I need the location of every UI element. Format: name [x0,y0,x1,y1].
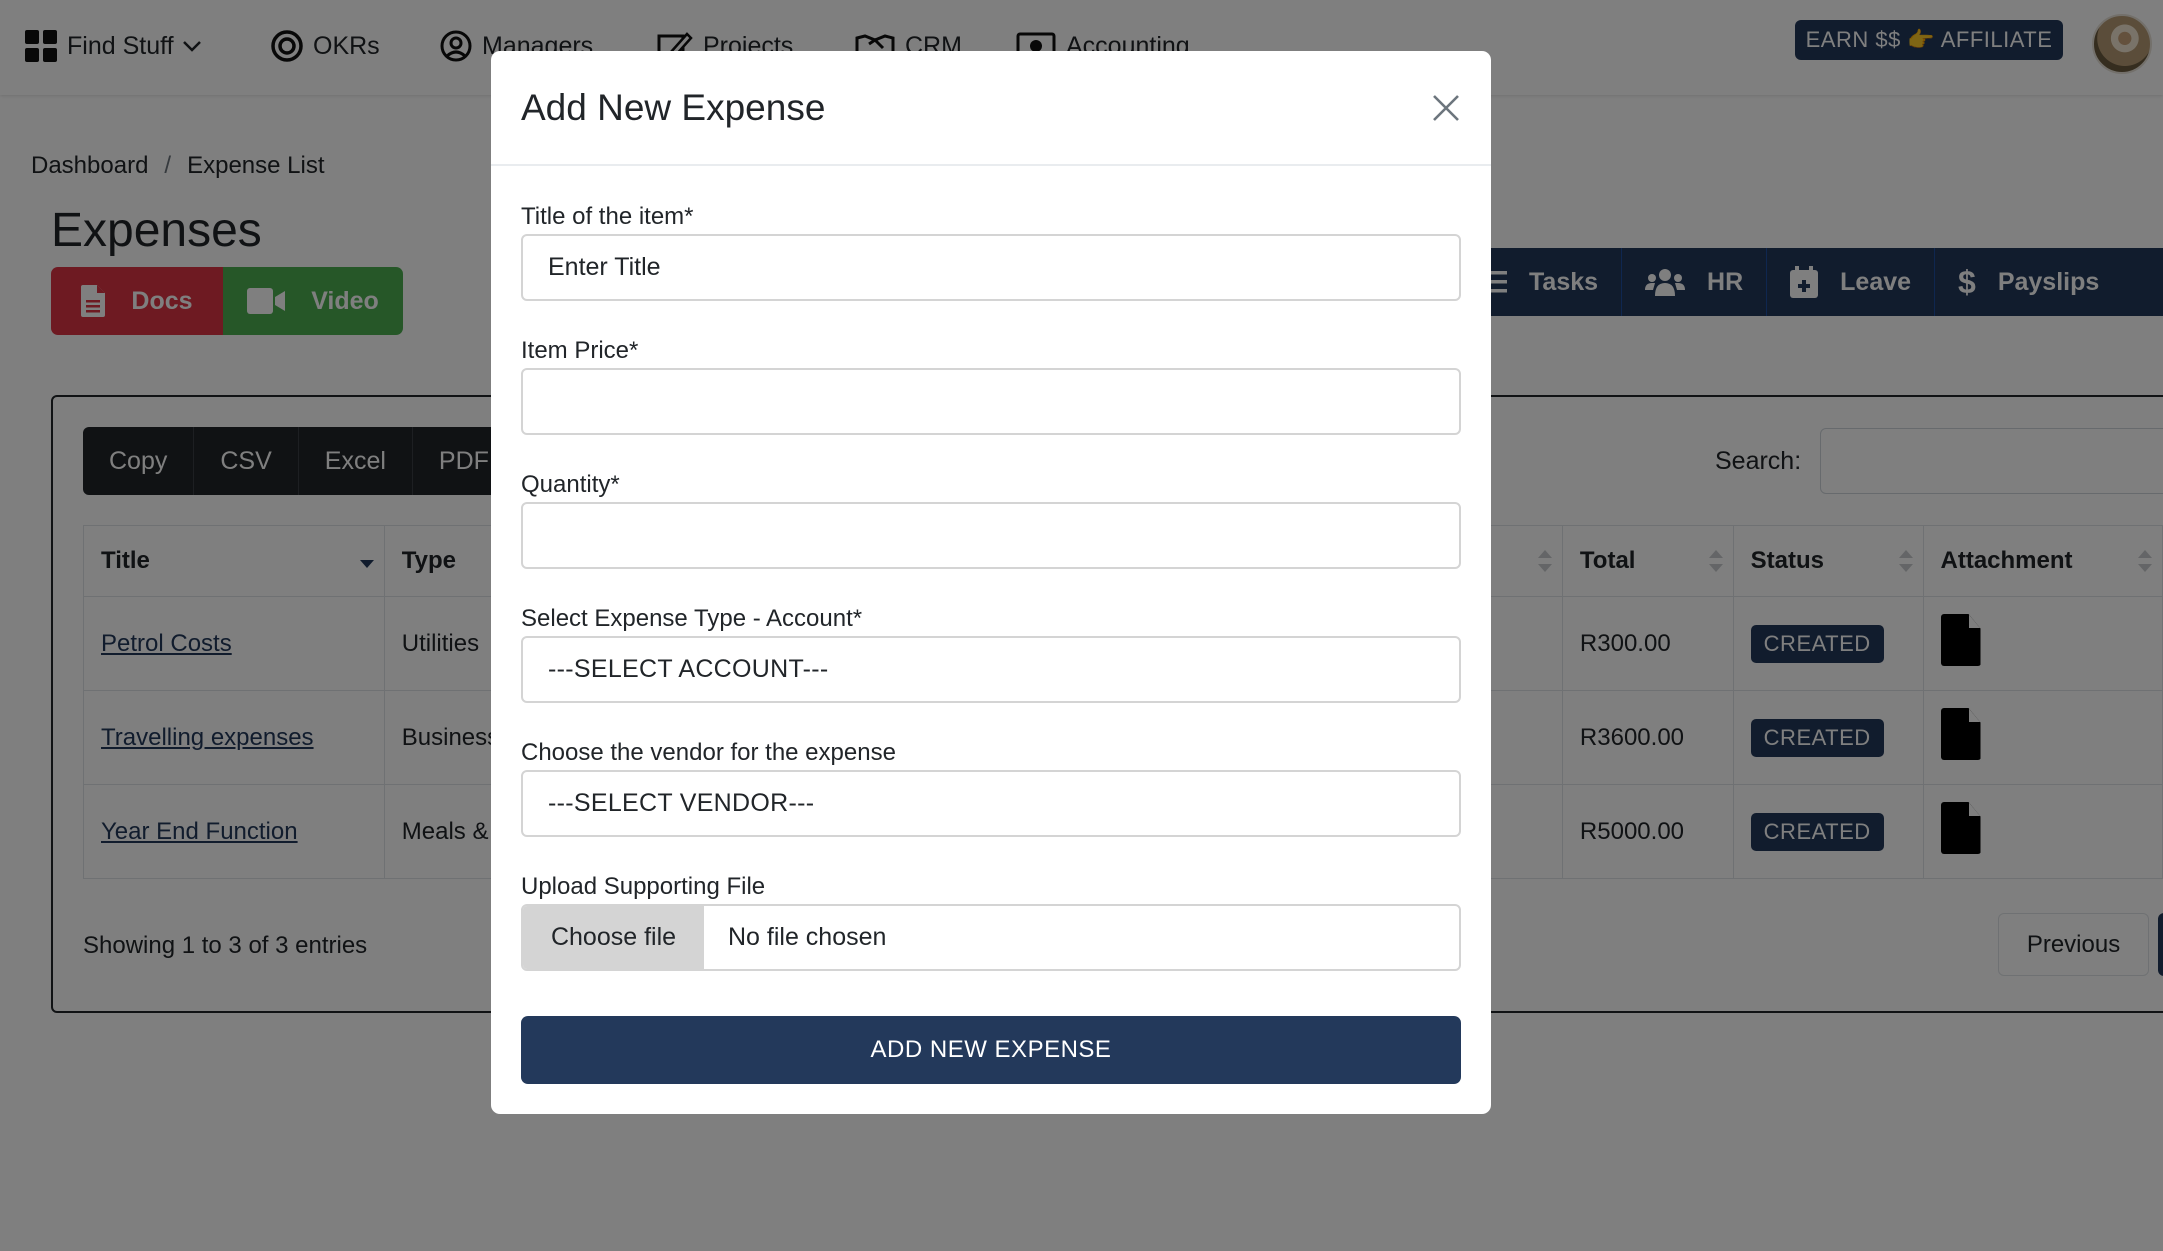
price-input[interactable] [521,368,1461,435]
file-label: Upload Supporting File [521,873,766,900]
account-label: Select Expense Type - Account* [521,605,863,632]
vendor-select[interactable]: ---SELECT VENDOR--- [521,770,1461,837]
quantity-label: Quantity* [521,471,620,498]
file-status: No file chosen [728,923,887,951]
vendor-label: Choose the vendor for the expense [521,739,896,766]
close-icon[interactable] [1429,91,1463,125]
price-label: Item Price* [521,337,639,364]
title-label: Title of the item* [521,203,694,230]
file-input[interactable]: Choose file No file chosen [521,904,1461,971]
title-input[interactable] [521,234,1461,301]
add-expense-modal: Add New Expense Title of the item* Item … [491,51,1491,1114]
add-expense-submit-button[interactable]: ADD NEW EXPENSE [521,1016,1461,1084]
quantity-input[interactable] [521,502,1461,569]
choose-file-button[interactable]: Choose file [523,906,704,969]
modal-header: Add New Expense [491,51,1491,166]
modal-title: Add New Expense [521,87,826,128]
account-select[interactable]: ---SELECT ACCOUNT--- [521,636,1461,703]
